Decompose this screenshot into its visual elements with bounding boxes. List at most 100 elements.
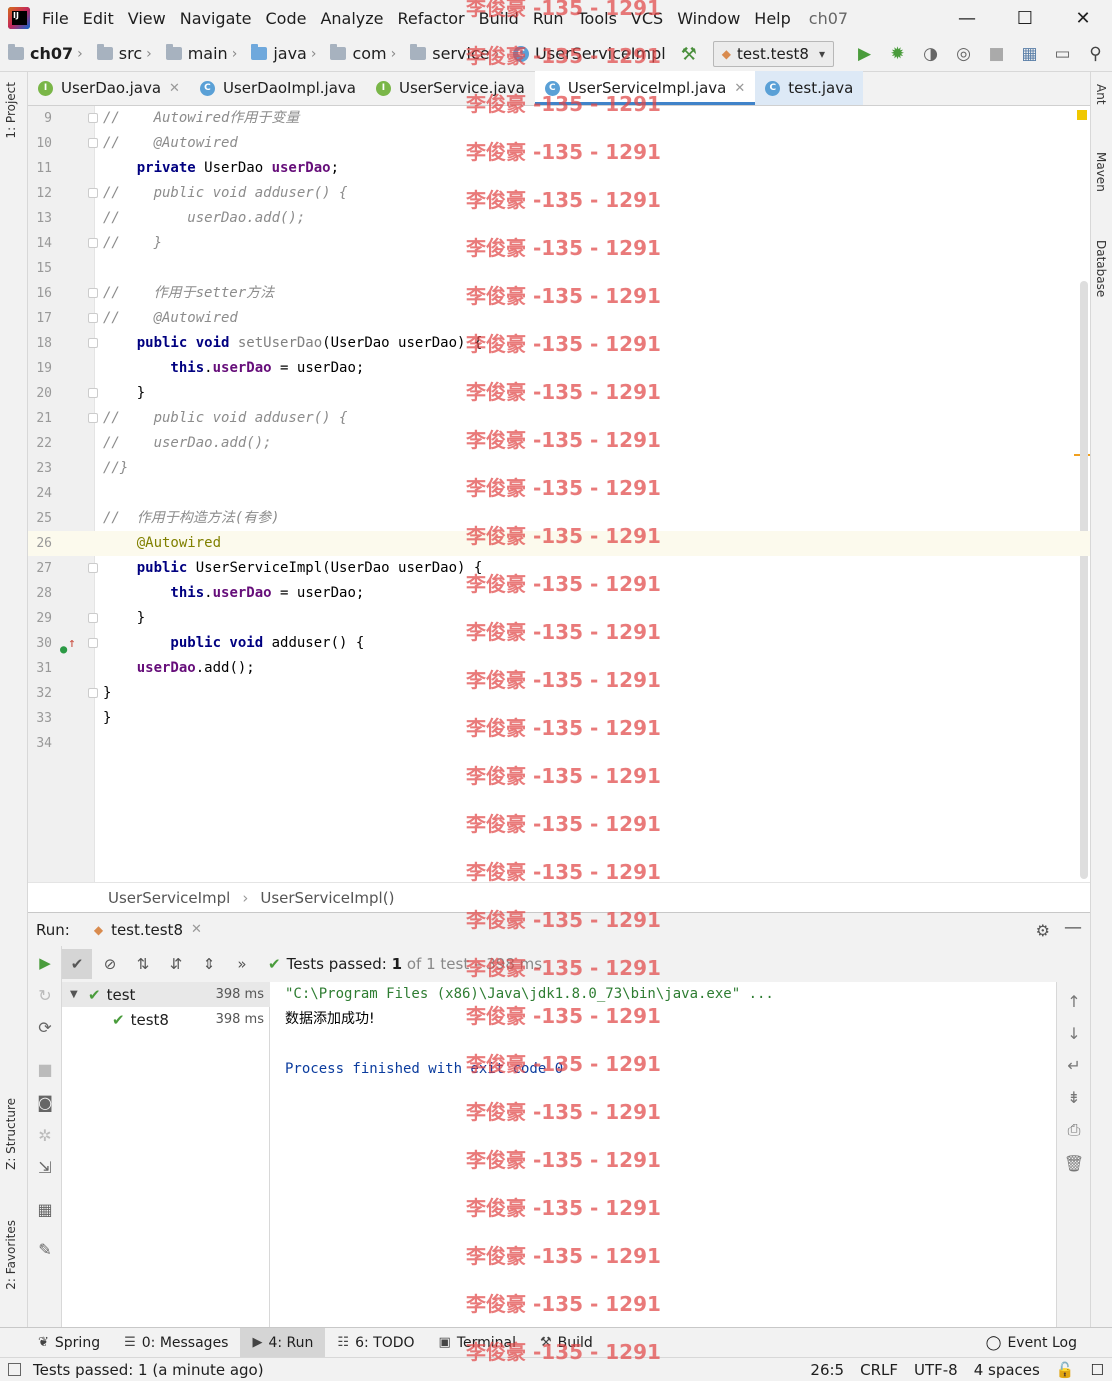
tool-tab-terminal[interactable]: ▣ Terminal — [427, 1328, 528, 1358]
rerun-icon[interactable]: ▶ — [34, 952, 56, 974]
menu-view[interactable]: View — [128, 9, 166, 28]
tool-tab-project[interactable]: 1: Project — [4, 82, 18, 139]
status-message[interactable]: Tests passed: 1 (a minute ago) — [8, 1361, 264, 1379]
tool-tab-todo[interactable]: ☷ 6: TODO — [325, 1328, 426, 1358]
close-window-icon[interactable]: ✕ — [1054, 0, 1112, 36]
menu-build[interactable]: Build — [479, 9, 519, 28]
tool-tab-ant[interactable]: Ant — [1094, 84, 1108, 105]
fold-icon[interactable] — [88, 613, 98, 623]
tool-tab-build[interactable]: ⚒ Build — [528, 1328, 605, 1358]
layout-icon[interactable]: ▭ — [1046, 36, 1079, 72]
menu-run[interactable]: Run — [533, 9, 564, 28]
chevron-down-icon[interactable]: ▼ — [70, 989, 82, 1000]
close-icon[interactable]: ✕ — [734, 81, 745, 96]
nav-crumb-src[interactable]: src › — [89, 44, 152, 63]
code-editor[interactable]: 9 // Autowired作用于变量 10 // @Autowired 11 pr… — [28, 106, 1090, 882]
tool-window-toggle-icon[interactable] — [8, 1363, 21, 1376]
fold-icon[interactable] — [88, 638, 98, 648]
fold-icon[interactable] — [88, 238, 98, 248]
run-tab-test8[interactable]: ◆ test.test8 ✕ — [94, 921, 202, 939]
toggle-auto-test-icon[interactable]: ⟳ — [34, 1016, 56, 1038]
show-passed-icon[interactable]: ✔ — [62, 949, 92, 979]
tool-tab-maven[interactable]: Maven — [1094, 152, 1108, 192]
tool-tab-structure[interactable]: Z: Structure — [4, 1098, 18, 1170]
sort-duration-icon[interactable]: ⇵ — [161, 949, 191, 979]
notifications-icon[interactable]: ☐ — [1091, 1361, 1104, 1379]
nav-crumb-class[interactable]: C UserServiceImpl — [505, 44, 666, 63]
tool-tab-database[interactable]: Database — [1094, 240, 1108, 297]
menu-vcs[interactable]: VCS — [631, 9, 663, 28]
menu-navigate[interactable]: Navigate — [180, 9, 252, 28]
arrow-up-icon[interactable]: ↑ — [1063, 990, 1085, 1012]
tool-tab-spring[interactable]: ❦ Spring — [26, 1328, 112, 1358]
fold-icon[interactable] — [88, 138, 98, 148]
fold-icon[interactable] — [88, 688, 98, 698]
tool-tab-favorites[interactable]: 2: Favorites — [4, 1220, 18, 1290]
maximize-window-icon[interactable]: ☐ — [996, 0, 1054, 36]
gear-icon[interactable]: ⚙ — [1036, 921, 1050, 940]
profile-icon[interactable]: ◎ — [947, 36, 980, 72]
pin-icon[interactable]: ✎ — [34, 1238, 56, 1260]
project-structure-icon[interactable]: ▦ — [1013, 36, 1046, 72]
camera-icon[interactable]: ◙ — [34, 1091, 56, 1113]
stop-icon[interactable]: ■ — [980, 36, 1013, 72]
build-hammer-icon[interactable]: ⚒ — [679, 44, 699, 65]
expand-all-icon[interactable]: ⇕ — [194, 949, 224, 979]
menu-window[interactable]: Window — [677, 9, 740, 28]
tab-userdao[interactable]: I UserDao.java ✕ — [28, 71, 190, 105]
nav-crumb-project[interactable]: ch07 › — [0, 44, 83, 63]
line-separator[interactable]: CRLF — [860, 1361, 898, 1379]
indent-setting[interactable]: 4 spaces — [974, 1361, 1040, 1379]
export-icon[interactable]: ⇲ — [34, 1156, 56, 1178]
coverage-icon[interactable]: ◑ — [914, 36, 947, 72]
menu-help[interactable]: Help — [754, 9, 790, 28]
tab-test[interactable]: C test.java — [755, 71, 864, 105]
nav-crumb-main[interactable]: main › — [158, 44, 237, 63]
fold-icon[interactable] — [88, 413, 98, 423]
tool-tab-messages[interactable]: ☰ 0: Messages — [112, 1328, 240, 1358]
lock-icon[interactable]: 🔓 — [1056, 1361, 1075, 1379]
tree-row-test[interactable]: ▼ ✔ test 398 ms — [62, 982, 270, 1007]
fold-icon[interactable] — [88, 288, 98, 298]
rerun-failed-icon[interactable]: ↻ — [34, 984, 56, 1006]
menu-code[interactable]: Code — [266, 9, 307, 28]
sort-alpha-icon[interactable]: ⇅ — [128, 949, 158, 979]
arrow-down-icon[interactable]: ↓ — [1063, 1022, 1085, 1044]
nav-crumb-com[interactable]: com › — [322, 44, 396, 63]
tab-userdaoimpl[interactable]: C UserDaoImpl.java — [190, 71, 366, 105]
tree-row-test8[interactable]: ✔ test8 398 ms — [62, 1007, 270, 1032]
menu-edit[interactable]: Edit — [83, 9, 114, 28]
breadcrumb-class[interactable]: UserServiceImpl — [108, 889, 230, 907]
run-icon[interactable]: ▶ — [848, 36, 881, 72]
close-icon[interactable]: ✕ — [169, 81, 180, 96]
run-config-selector[interactable]: ◆ test.test8 ▾ — [712, 41, 834, 67]
hide-panel-icon[interactable]: — — [1064, 917, 1082, 938]
search-icon[interactable]: ⚲ — [1079, 36, 1112, 72]
fold-icon[interactable] — [88, 113, 98, 123]
menu-file[interactable]: File — [42, 9, 69, 28]
scroll-to-end-icon[interactable]: ⇟ — [1063, 1086, 1085, 1108]
fold-icon[interactable] — [88, 313, 98, 323]
more-actions-icon[interactable]: » — [227, 949, 257, 979]
stop-icon[interactable]: ■ — [34, 1058, 56, 1080]
fold-icon[interactable] — [88, 338, 98, 348]
nav-crumb-java[interactable]: java › — [243, 44, 316, 63]
close-icon[interactable]: ✕ — [191, 922, 202, 937]
fold-icon[interactable] — [88, 388, 98, 398]
soft-wrap-icon[interactable]: ↵ — [1063, 1054, 1085, 1076]
file-encoding[interactable]: UTF-8 — [914, 1361, 958, 1379]
tool-tab-event-log[interactable]: ◯ Event Log — [986, 1328, 1077, 1358]
show-ignored-icon[interactable]: ⊘ — [95, 949, 125, 979]
print-icon[interactable]: ⎙ — [1063, 1119, 1085, 1141]
menu-analyze[interactable]: Analyze — [320, 9, 383, 28]
fold-icon[interactable] — [88, 563, 98, 573]
caret-position[interactable]: 26:5 — [810, 1361, 844, 1379]
fold-icon[interactable] — [88, 188, 98, 198]
arrow-up-icon[interactable]: ↑ — [68, 631, 76, 656]
nav-crumb-service[interactable]: service › — [402, 44, 499, 63]
menu-refactor[interactable]: Refactor — [398, 9, 465, 28]
console-output[interactable]: "C:\Program Files (x86)\Java\jdk1.8.0_73… — [270, 982, 1056, 1327]
debug-bug-icon[interactable]: ✹ — [881, 36, 914, 72]
trash-icon[interactable]: 🗑 — [1063, 1152, 1085, 1174]
tab-userservice[interactable]: I UserService.java — [366, 71, 535, 105]
